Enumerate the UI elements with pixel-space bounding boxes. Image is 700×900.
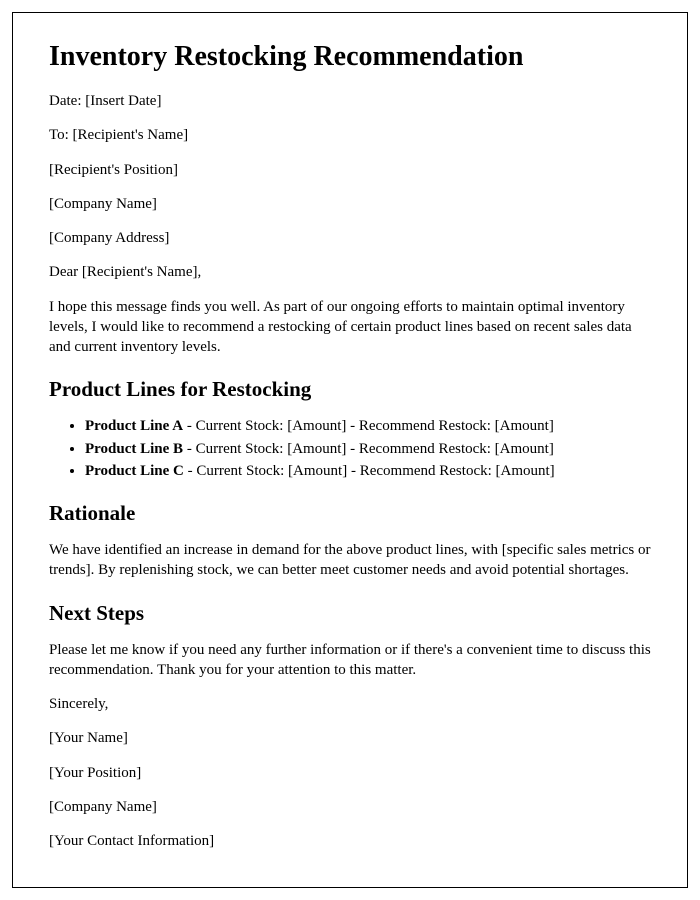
document-title: Inventory Restocking Recommendation xyxy=(49,41,651,73)
recipient-position-line: [Recipient's Position] xyxy=(49,160,651,180)
company-address-line: [Company Address] xyxy=(49,228,651,248)
closing-your-contact: [Your Contact Information] xyxy=(49,831,651,851)
rationale-heading: Rationale xyxy=(49,501,651,526)
salutation: Dear [Recipient's Name], xyxy=(49,262,651,282)
closing-your-position: [Your Position] xyxy=(49,763,651,783)
product-detail: - Current Stock: [Amount] - Recommend Re… xyxy=(183,441,554,457)
product-name: Product Line A xyxy=(85,418,183,434)
product-name: Product Line B xyxy=(85,441,183,457)
closing-your-name: [Your Name] xyxy=(49,728,651,748)
product-detail: - Current Stock: [Amount] - Recommend Re… xyxy=(184,463,555,479)
intro-paragraph: I hope this message finds you well. As p… xyxy=(49,297,651,358)
next-steps-body: Please let me know if you need any furth… xyxy=(49,640,651,681)
document-container: Inventory Restocking Recommendation Date… xyxy=(12,12,688,888)
closing-sincerely: Sincerely, xyxy=(49,694,651,714)
rationale-body: We have identified an increase in demand… xyxy=(49,540,651,581)
company-name-line: [Company Name] xyxy=(49,194,651,214)
product-name: Product Line C xyxy=(85,463,184,479)
products-heading: Product Lines for Restocking xyxy=(49,377,651,402)
product-detail: - Current Stock: [Amount] - Recommend Re… xyxy=(183,418,554,434)
list-item: Product Line C - Current Stock: [Amount]… xyxy=(85,461,651,481)
closing-your-company: [Company Name] xyxy=(49,797,651,817)
to-line: To: [Recipient's Name] xyxy=(49,125,651,145)
next-steps-heading: Next Steps xyxy=(49,601,651,626)
list-item: Product Line A - Current Stock: [Amount]… xyxy=(85,416,651,436)
date-line: Date: [Insert Date] xyxy=(49,91,651,111)
list-item: Product Line B - Current Stock: [Amount]… xyxy=(85,439,651,459)
product-list: Product Line A - Current Stock: [Amount]… xyxy=(85,416,651,481)
